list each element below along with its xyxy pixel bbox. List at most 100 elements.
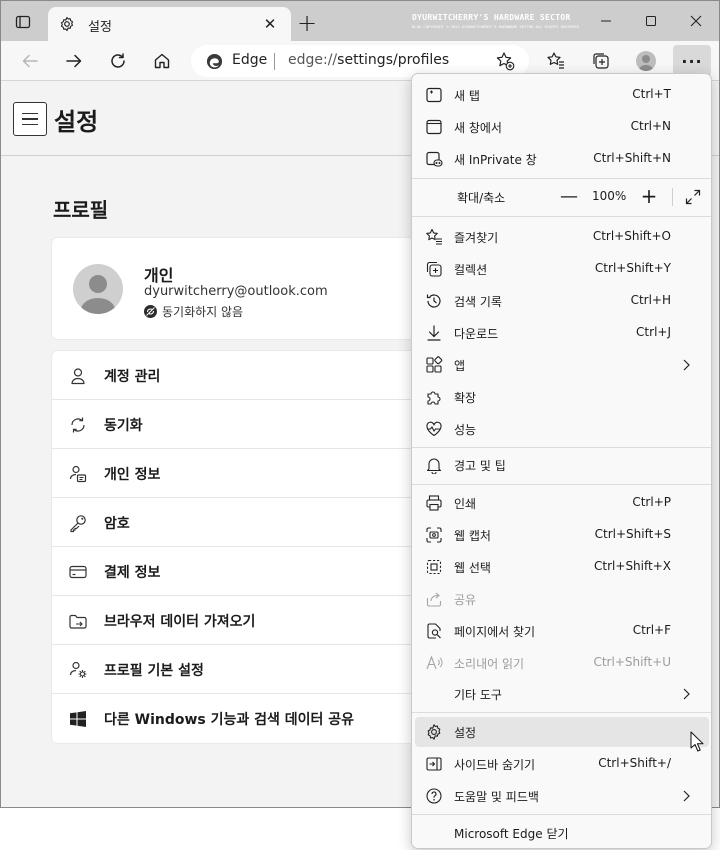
gear-icon <box>427 724 441 740</box>
profile-settings-list: 계정 관리 동기화 개인 정보 암호 결제 정보 브라우저 데이터 가져오기 프… <box>52 351 452 743</box>
minimize-button[interactable] <box>595 10 617 32</box>
menu-item-more-tools[interactable]: 기타 도구 <box>415 679 709 709</box>
profile-name: 개인 <box>144 266 174 285</box>
forward-button[interactable] <box>62 49 86 73</box>
history-icon <box>426 294 441 308</box>
menu-item-share: 공유 <box>415 584 709 614</box>
menu-item-find-on-page[interactable]: 페이지에서 찾기 Ctrl+F <box>415 616 709 646</box>
menu-item-label: 다운로드 <box>454 327 499 341</box>
menu-item-hide-sidebar[interactable]: 사이드바 숨기기 Ctrl+Shift+/ <box>415 749 709 779</box>
hamburger-menu-button[interactable] <box>13 102 47 136</box>
list-item-label: 프로필 기본 설정 <box>104 663 204 679</box>
collections-icon <box>593 53 609 69</box>
menu-item-label: 설정 <box>454 726 477 740</box>
list-item-sync[interactable]: 동기화 <box>52 400 452 449</box>
menu-item-label: Microsoft Edge 닫기 <box>454 827 569 841</box>
avatar <box>73 264 123 314</box>
menu-item-label: 새 탭 <box>454 89 480 103</box>
menu-item-new-inprivate[interactable]: 새 InPrivate 창 Ctrl+Shift+N <box>415 144 709 174</box>
watermark: DYURWITCHERRY'S HARDWARE SECTOR BLOG COP… <box>412 13 579 29</box>
address-url[interactable]: edge://settings/profiles <box>288 52 449 68</box>
menu-item-print[interactable]: 인쇄 Ctrl+P <box>415 488 709 518</box>
zoom-separator <box>672 188 673 206</box>
mouse-cursor-icon <box>690 731 704 752</box>
list-item-payment-info[interactable]: 결제 정보 <box>52 547 452 596</box>
forward-arrow-icon <box>66 54 82 68</box>
favorites-button[interactable] <box>544 49 568 73</box>
person-icon <box>71 368 85 385</box>
menu-item-new-tab[interactable]: 새 탭 Ctrl+T <box>415 80 709 110</box>
tab-close-button[interactable]: ✕ <box>260 14 280 34</box>
list-item-label: 개인 정보 <box>104 467 161 483</box>
list-item-passwords[interactable]: 암호 <box>52 498 452 547</box>
new-tab-button[interactable]: + <box>297 11 317 35</box>
profile-card: 개인 dyurwitcherry@outlook.com 동기화하지 않음 <box>52 238 452 339</box>
watermark-title: DYURWITCHERRY'S HARDWARE SECTOR <box>412 13 571 22</box>
menu-shortcut: Ctrl+T <box>632 87 671 101</box>
list-item-profile-preferences[interactable]: 프로필 기본 설정 <box>52 645 452 694</box>
profile-email: dyurwitcherry@outlook.com <box>144 284 328 299</box>
menu-item-label: 기타 도구 <box>454 688 502 702</box>
zoom-in-button[interactable]: + <box>639 184 659 208</box>
home-button[interactable] <box>150 49 174 73</box>
menu-shortcut: Ctrl+Shift+U <box>593 655 671 669</box>
fullscreen-icon[interactable] <box>684 188 702 206</box>
address-site-label: Edge <box>232 52 268 68</box>
menu-item-performance[interactable]: 성능 <box>415 414 709 444</box>
menu-item-label: 웹 캡처 <box>454 529 491 543</box>
list-item-personal-info[interactable]: 개인 정보 <box>52 449 452 498</box>
menu-item-extensions[interactable]: 확장 <box>415 382 709 412</box>
menu-item-label: 컬렉션 <box>454 263 488 277</box>
chevron-right-icon <box>683 790 690 802</box>
tab-actions-button[interactable] <box>11 10 35 34</box>
menu-shortcut: Ctrl+Shift+S <box>594 527 671 541</box>
maximize-icon <box>646 16 656 26</box>
url-prefix: edge:// <box>288 52 338 68</box>
menu-item-apps[interactable]: 앱 <box>415 350 709 380</box>
menu-item-settings[interactable]: 설정 <box>415 717 709 747</box>
menu-item-alerts[interactable]: 경고 및 팁 <box>415 450 709 480</box>
download-icon <box>427 325 441 341</box>
menu-item-label: 즐겨찾기 <box>454 231 499 245</box>
profile-button[interactable] <box>634 49 658 73</box>
menu-shortcut: Ctrl+Shift+N <box>593 151 671 165</box>
menu-item-favorites[interactable]: 즐겨찾기 Ctrl+Shift+O <box>415 222 709 252</box>
back-button[interactable] <box>18 49 42 73</box>
menu-item-collections[interactable]: 컬렉션 Ctrl+Shift+Y <box>415 254 709 284</box>
gear-icon <box>60 16 74 32</box>
chevron-right-icon <box>683 688 690 700</box>
menu-item-label: 검색 기록 <box>454 295 502 309</box>
close-window-button[interactable] <box>685 10 707 32</box>
menu-item-close-edge[interactable]: Microsoft Edge 닫기 <box>415 818 709 848</box>
menu-item-new-window[interactable]: 새 창에서 Ctrl+N <box>415 112 709 142</box>
key-icon <box>70 515 86 533</box>
menu-item-help-feedback[interactable]: 도움말 및 피드백 <box>415 781 709 811</box>
menu-shortcut: Ctrl+P <box>632 495 671 509</box>
maximize-button[interactable] <box>640 10 662 32</box>
menu-item-web-capture[interactable]: 웹 캡처 Ctrl+Shift+S <box>415 520 709 550</box>
chevron-right-icon <box>683 359 690 371</box>
menu-item-web-select[interactable]: 웹 선택 Ctrl+Shift+X <box>415 552 709 582</box>
profile-avatar-icon <box>636 51 656 71</box>
list-item-windows-share[interactable]: 다른 Windows 기능과 검색 데이터 공유 <box>52 694 452 743</box>
tab-settings[interactable]: 설정 ✕ <box>48 7 291 41</box>
zoom-out-button[interactable]: — <box>559 185 579 207</box>
list-item-label: 브라우저 데이터 가져오기 <box>104 614 256 630</box>
inprivate-icon <box>426 151 443 167</box>
menu-item-downloads[interactable]: 다운로드 Ctrl+J <box>415 318 709 348</box>
list-item-import-data[interactable]: 브라우저 데이터 가져오기 <box>52 596 452 645</box>
menu-item-label: 웹 선택 <box>454 561 491 575</box>
list-item-label: 다른 Windows 기능과 검색 데이터 공유 <box>104 712 355 728</box>
add-favorite-icon[interactable] <box>495 51 515 71</box>
menu-item-label: 도움말 및 피드백 <box>454 790 539 804</box>
edge-logo-icon <box>206 53 223 70</box>
address-separator <box>274 53 275 70</box>
puzzle-icon <box>427 391 441 405</box>
menu-item-label: 새 창에서 <box>454 121 502 135</box>
collections-button[interactable] <box>589 49 613 73</box>
menu-item-history[interactable]: 검색 기록 Ctrl+H <box>415 286 709 316</box>
list-item-account-management[interactable]: 계정 관리 <box>52 351 452 400</box>
refresh-button[interactable] <box>106 49 130 73</box>
section-title: 프로필 <box>53 198 109 222</box>
menu-item-label: 확장 <box>454 391 477 405</box>
